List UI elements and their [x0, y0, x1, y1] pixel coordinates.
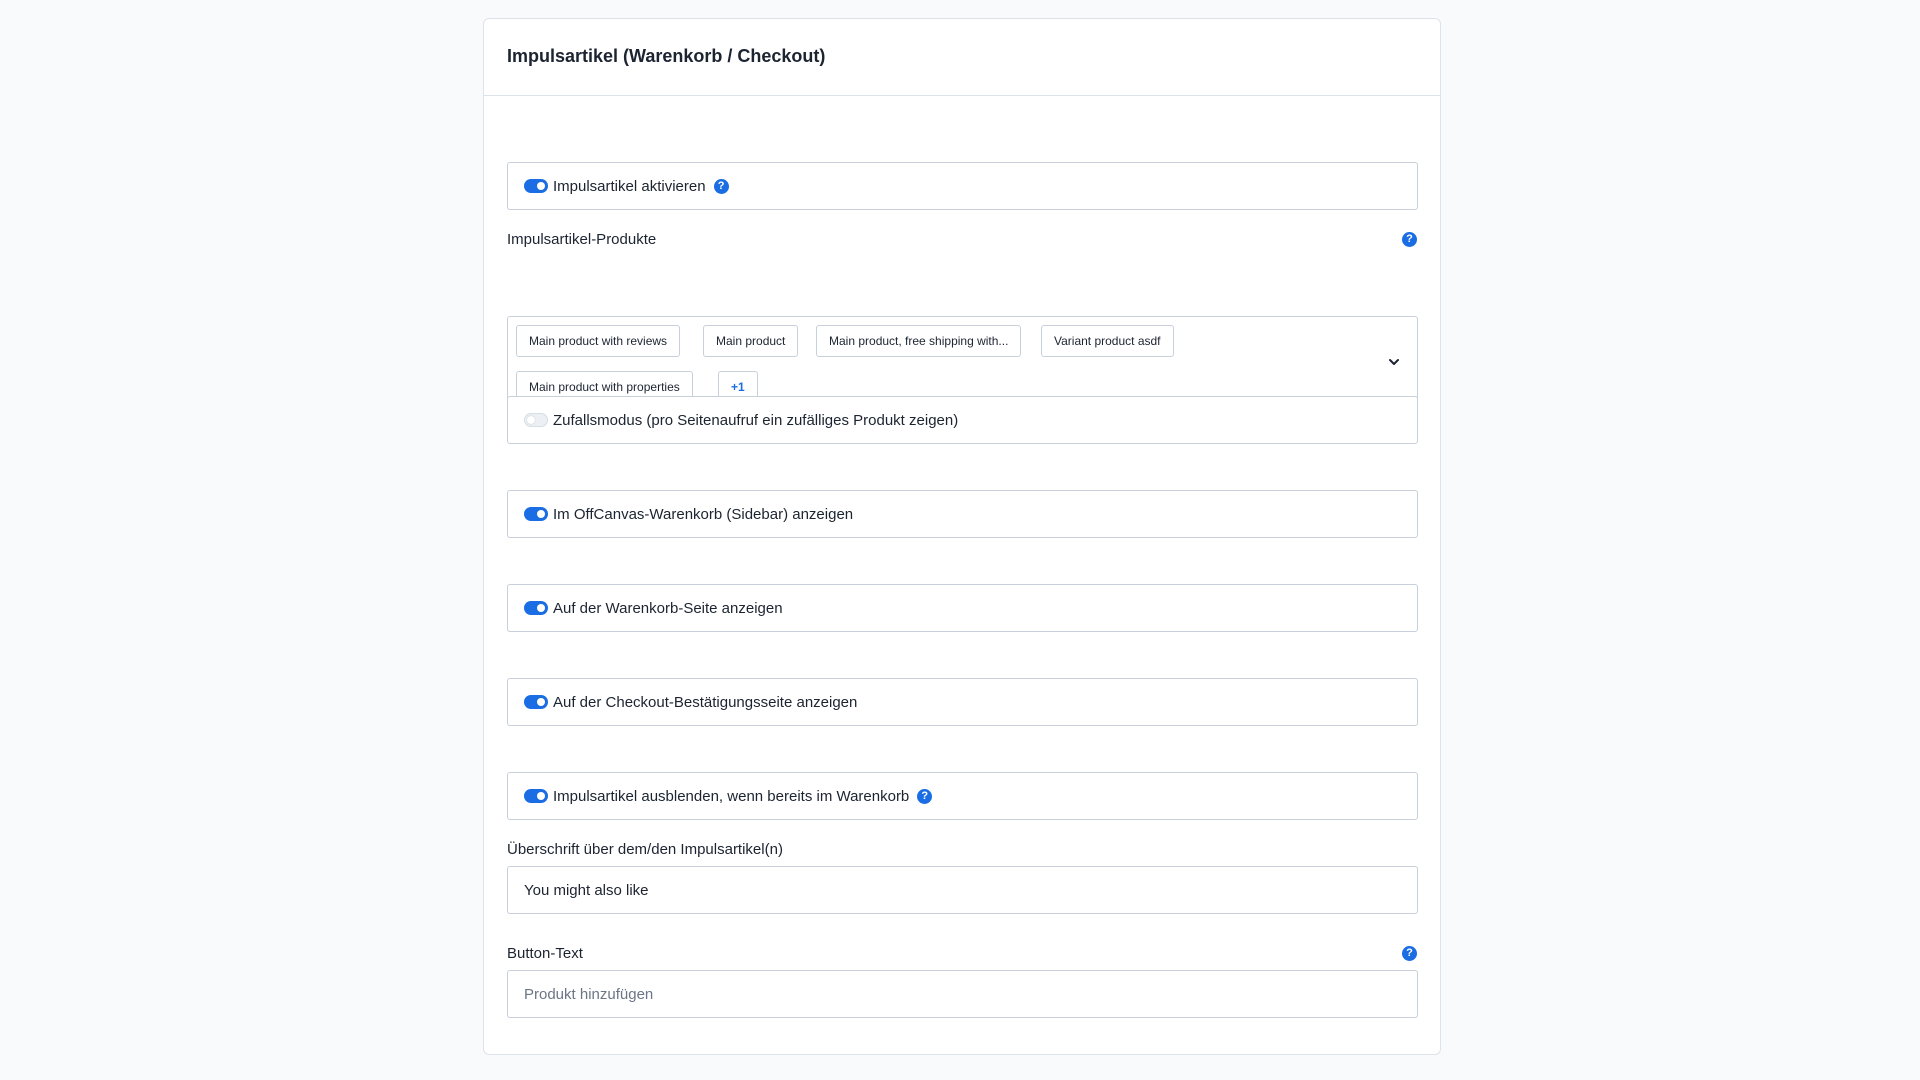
activate-switch[interactable] — [524, 179, 548, 193]
hide-in-cart-label: Impulsartikel ausblenden, wenn bereits i… — [553, 787, 910, 805]
offcanvas-label: Im OffCanvas-Warenkorb (Sidebar) anzeige… — [553, 505, 854, 523]
offcanvas-switch[interactable] — [524, 507, 548, 521]
checkout-confirm-switch[interactable] — [524, 695, 548, 709]
cart-page-switch[interactable] — [524, 601, 548, 615]
product-chip[interactable]: Main product, free shipping with... — [816, 325, 1022, 357]
random-mode-toggle-row: Zufallsmodus (pro Seitenaufruf ein zufäl… — [507, 396, 1418, 444]
random-mode-label: Zufallsmodus (pro Seitenaufruf ein zufäl… — [553, 411, 959, 429]
cart-page-toggle-row: Auf der Warenkorb-Seite anzeigen — [507, 584, 1418, 632]
hide-in-cart-switch[interactable] — [524, 789, 548, 803]
button-text-input[interactable] — [507, 970, 1418, 1018]
activate-toggle-row: Impulsartikel aktivieren ? — [507, 162, 1418, 210]
activate-label: Impulsartikel aktivieren — [553, 177, 706, 195]
product-chip[interactable]: Main product — [703, 325, 799, 357]
heading-field-label: Überschrift über dem/den Impulsartikel(n… — [507, 841, 783, 858]
products-label: Impulsartikel-Produkte — [507, 231, 657, 248]
checkout-confirm-toggle-row: Auf der Checkout-Bestätigungsseite anzei… — [507, 678, 1418, 726]
random-mode-switch[interactable] — [524, 413, 548, 427]
help-circle-icon[interactable]: ? — [917, 788, 933, 804]
cart-page-label: Auf der Warenkorb-Seite anzeigen — [553, 599, 783, 617]
card-title: Impulsartikel (Warenkorb / Checkout) — [507, 46, 826, 66]
help-circle-icon[interactable]: ? — [1402, 232, 1417, 247]
heading-input[interactable] — [507, 866, 1418, 914]
checkout-confirm-label: Auf der Checkout-Bestätigungsseite anzei… — [553, 693, 858, 711]
offcanvas-toggle-row: Im OffCanvas-Warenkorb (Sidebar) anzeige… — [507, 490, 1418, 538]
product-chip[interactable]: Main product with reviews — [516, 325, 681, 357]
product-chip[interactable]: Variant product asdf — [1041, 325, 1174, 357]
card-header: Impulsartikel (Warenkorb / Checkout) — [484, 19, 1440, 96]
help-circle-icon[interactable]: ? — [713, 178, 729, 194]
button-text-label: Button-Text — [507, 945, 583, 962]
settings-card: Impulsartikel (Warenkorb / Checkout) Imp… — [483, 18, 1441, 1055]
chevron-down-icon[interactable] — [1387, 355, 1401, 369]
hide-in-cart-toggle-row: Impulsartikel ausblenden, wenn bereits i… — [507, 772, 1418, 820]
help-circle-icon[interactable]: ? — [1402, 946, 1417, 961]
